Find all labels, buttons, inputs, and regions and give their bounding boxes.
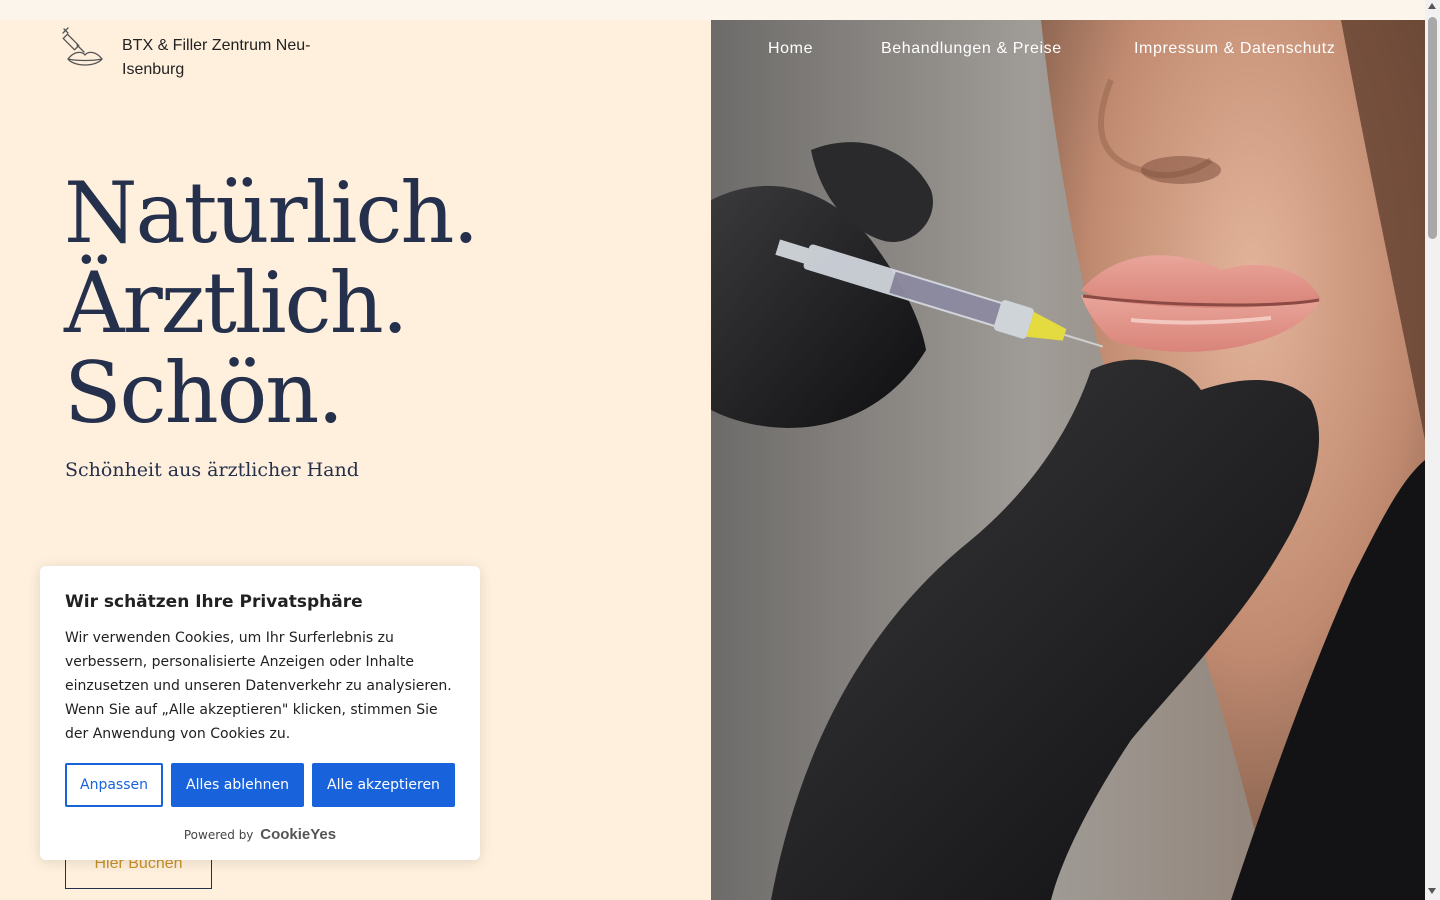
customize-button[interactable]: Anpassen: [65, 763, 163, 807]
scroll-up-arrow-icon[interactable]: [1428, 3, 1436, 9]
lip-filler-injection-photo: [711, 20, 1425, 900]
cookie-text: Wir verwenden Cookies, um Ihr Surferlebn…: [65, 630, 452, 742]
hero-headline: Natürlich. Ärztlich. Schön.: [64, 164, 479, 442]
cookieyes-logo[interactable]: CookieYes: [260, 826, 336, 843]
hero-tagline: Schönheit aus ärztlicher Hand: [65, 459, 359, 481]
accept-all-button[interactable]: Alle akzeptieren: [312, 763, 455, 807]
headline-line-3: Schön.: [64, 344, 344, 442]
scroll-down-arrow-icon[interactable]: [1428, 888, 1436, 894]
cookie-consent-banner: Wir schätzen Ihre Privatsphäre Wir verwe…: [40, 566, 480, 860]
syringe-lips-icon[interactable]: [62, 27, 106, 71]
reject-all-button[interactable]: Alles ablehnen: [171, 763, 304, 807]
nav-treatments-prices[interactable]: Behandlungen & Preise: [881, 40, 1062, 58]
nav-imprint-privacy[interactable]: Impressum & Datenschutz: [1134, 40, 1335, 58]
hero-image: [711, 20, 1425, 900]
cookie-title: Wir schätzen Ihre Privatsphäre: [65, 592, 363, 612]
scrollbar-thumb[interactable]: [1428, 17, 1437, 239]
main-nav: Home Behandlungen & Preise Impressum & D…: [711, 20, 1425, 78]
powered-by-label: Powered by: [183, 828, 254, 842]
powered-by: Powered by CookieYes: [40, 826, 480, 843]
top-strip: [0, 0, 1425, 20]
headline-line-1: Natürlich.: [64, 164, 479, 262]
headline-line-2: Ärztlich.: [64, 254, 408, 352]
brand-name[interactable]: BTX & Filler Zentrum Neu-Isenburg: [122, 34, 342, 82]
nav-home[interactable]: Home: [768, 40, 813, 58]
